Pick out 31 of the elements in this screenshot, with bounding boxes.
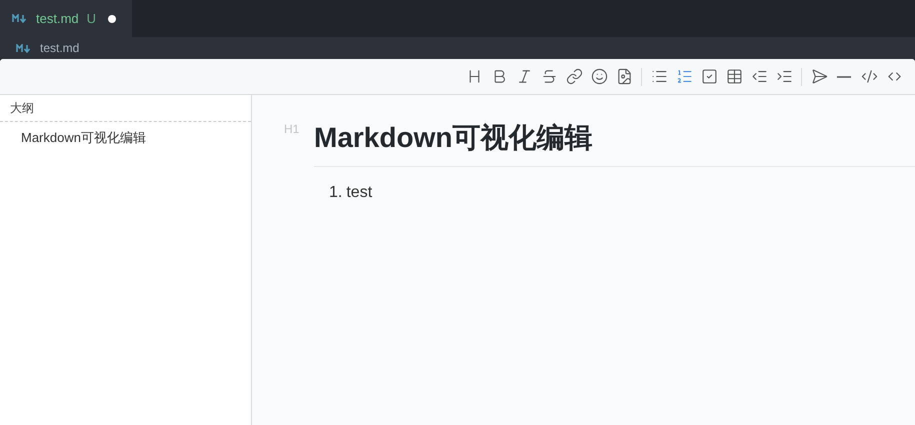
- outline-title: 大纲: [10, 100, 34, 117]
- bullet-list-icon: [650, 68, 668, 85]
- smiley-button[interactable]: [590, 68, 608, 86]
- git-status: U: [86, 10, 96, 28]
- image-file-icon: [616, 68, 632, 85]
- code-button[interactable]: [860, 68, 878, 86]
- task-list-button[interactable]: [700, 68, 718, 86]
- send-icon: [810, 68, 828, 85]
- smiley-icon: [590, 68, 608, 85]
- list-number: 1.: [329, 183, 342, 203]
- horizontal-rule-icon: [837, 76, 851, 78]
- link-icon: [566, 68, 582, 85]
- send-button[interactable]: [810, 68, 828, 86]
- strikethrough-icon: [540, 68, 558, 85]
- indent-icon: [776, 68, 792, 85]
- outdent-icon: [750, 68, 768, 85]
- table-button[interactable]: [725, 68, 743, 86]
- document-heading: Markdown可视化编辑: [314, 122, 592, 153]
- link-button[interactable]: [565, 68, 583, 86]
- breadcrumb[interactable]: test.md: [40, 39, 80, 57]
- code-icon: [860, 68, 878, 85]
- markdown-icon: [12, 14, 28, 23]
- numbered-list-button[interactable]: [675, 68, 693, 86]
- outline-item[interactable]: Markdown可视化编辑: [0, 122, 251, 148]
- tab-title: test.md: [36, 10, 79, 28]
- markdown-icon: [16, 44, 32, 52]
- numbered-list-icon: [676, 68, 692, 85]
- table-icon: [726, 68, 742, 85]
- list-item-text: test: [346, 183, 372, 203]
- task-list-icon: [700, 68, 718, 85]
- editor-tab[interactable]: test.md U: [0, 0, 132, 37]
